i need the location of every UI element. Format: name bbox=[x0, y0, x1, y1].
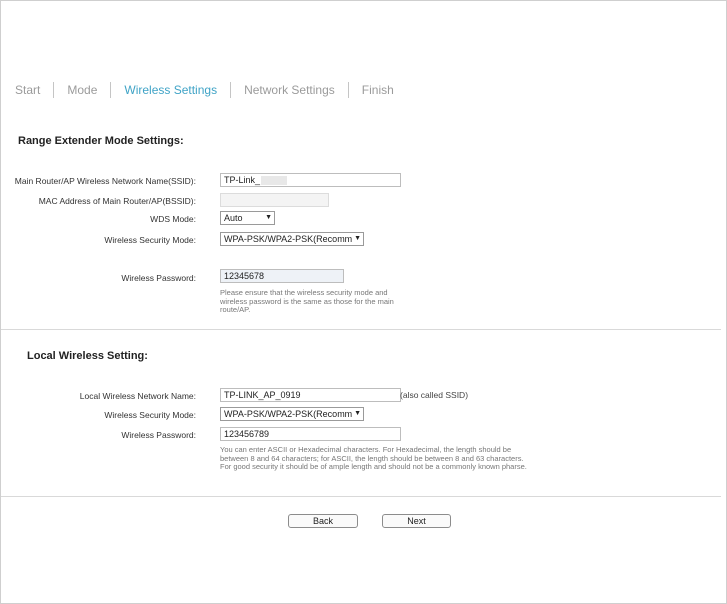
step-divider bbox=[53, 82, 55, 98]
main-ssid-value: TP-Link_ bbox=[224, 175, 261, 185]
local-ssid-note: (also called SSID) bbox=[400, 390, 469, 400]
extender-password-hint: Please ensure that the wireless security… bbox=[220, 288, 394, 314]
step-divider bbox=[347, 82, 349, 98]
step-wireless-settings[interactable]: Wireless Settings bbox=[124, 83, 217, 97]
step-mode[interactable]: Mode bbox=[67, 83, 97, 97]
local-password-hint: You can enter ASCII or Hexadecimal chara… bbox=[220, 445, 527, 471]
extender-security-select[interactable]: WPA-PSK/WPA2-PSK(Recomm ▼ bbox=[220, 232, 364, 246]
extender-password-input[interactable]: 12345678 bbox=[220, 269, 344, 283]
local-password-label: Wireless Password: bbox=[121, 430, 196, 440]
wds-mode-select[interactable]: Auto ▼ bbox=[220, 211, 275, 225]
extender-security-label: Wireless Security Mode: bbox=[104, 235, 196, 245]
local-ssid-input[interactable]: TP-LINK_AP_0919 bbox=[220, 388, 401, 402]
chevron-down-icon: ▼ bbox=[265, 214, 272, 221]
step-start[interactable]: Start bbox=[15, 83, 40, 97]
wds-mode-label: WDS Mode: bbox=[150, 214, 196, 224]
main-bssid-input[interactable] bbox=[220, 193, 329, 207]
step-divider bbox=[110, 82, 112, 98]
chevron-down-icon: ▼ bbox=[354, 235, 361, 242]
section-divider bbox=[1, 496, 721, 497]
setup-wizard-frame: Start Mode Wireless Settings Network Set… bbox=[0, 0, 727, 604]
main-ssid-input[interactable]: TP-Link_ bbox=[220, 173, 401, 187]
wds-mode-value: Auto bbox=[224, 213, 243, 223]
section-divider bbox=[1, 329, 721, 330]
extender-password-label: Wireless Password: bbox=[121, 273, 196, 283]
main-bssid-label: MAC Address of Main Router/AP(BSSID): bbox=[38, 196, 196, 206]
local-security-value: WPA-PSK/WPA2-PSK(Recomm bbox=[224, 409, 353, 419]
step-divider bbox=[230, 82, 232, 98]
main-ssid-label: Main Router/AP Wireless Network Name(SSI… bbox=[14, 176, 196, 186]
next-button[interactable]: Next bbox=[382, 514, 451, 528]
extender-security-value: WPA-PSK/WPA2-PSK(Recomm bbox=[224, 234, 353, 244]
step-finish[interactable]: Finish bbox=[362, 83, 394, 97]
masked-ssid-suffix bbox=[261, 176, 288, 186]
chevron-down-icon: ▼ bbox=[354, 410, 361, 417]
local-ssid-label: Local Wireless Network Name: bbox=[79, 391, 196, 401]
local-wireless-title: Local Wireless Setting: bbox=[27, 350, 148, 362]
back-button[interactable]: Back bbox=[288, 514, 358, 528]
local-password-input[interactable]: 123456789 bbox=[220, 427, 401, 441]
wizard-steps: Start Mode Wireless Settings Network Set… bbox=[15, 82, 394, 98]
step-network-settings[interactable]: Network Settings bbox=[244, 83, 335, 97]
local-security-label: Wireless Security Mode: bbox=[104, 410, 196, 420]
local-security-select[interactable]: WPA-PSK/WPA2-PSK(Recomm ▼ bbox=[220, 407, 364, 421]
range-extender-title: Range Extender Mode Settings: bbox=[18, 135, 184, 147]
